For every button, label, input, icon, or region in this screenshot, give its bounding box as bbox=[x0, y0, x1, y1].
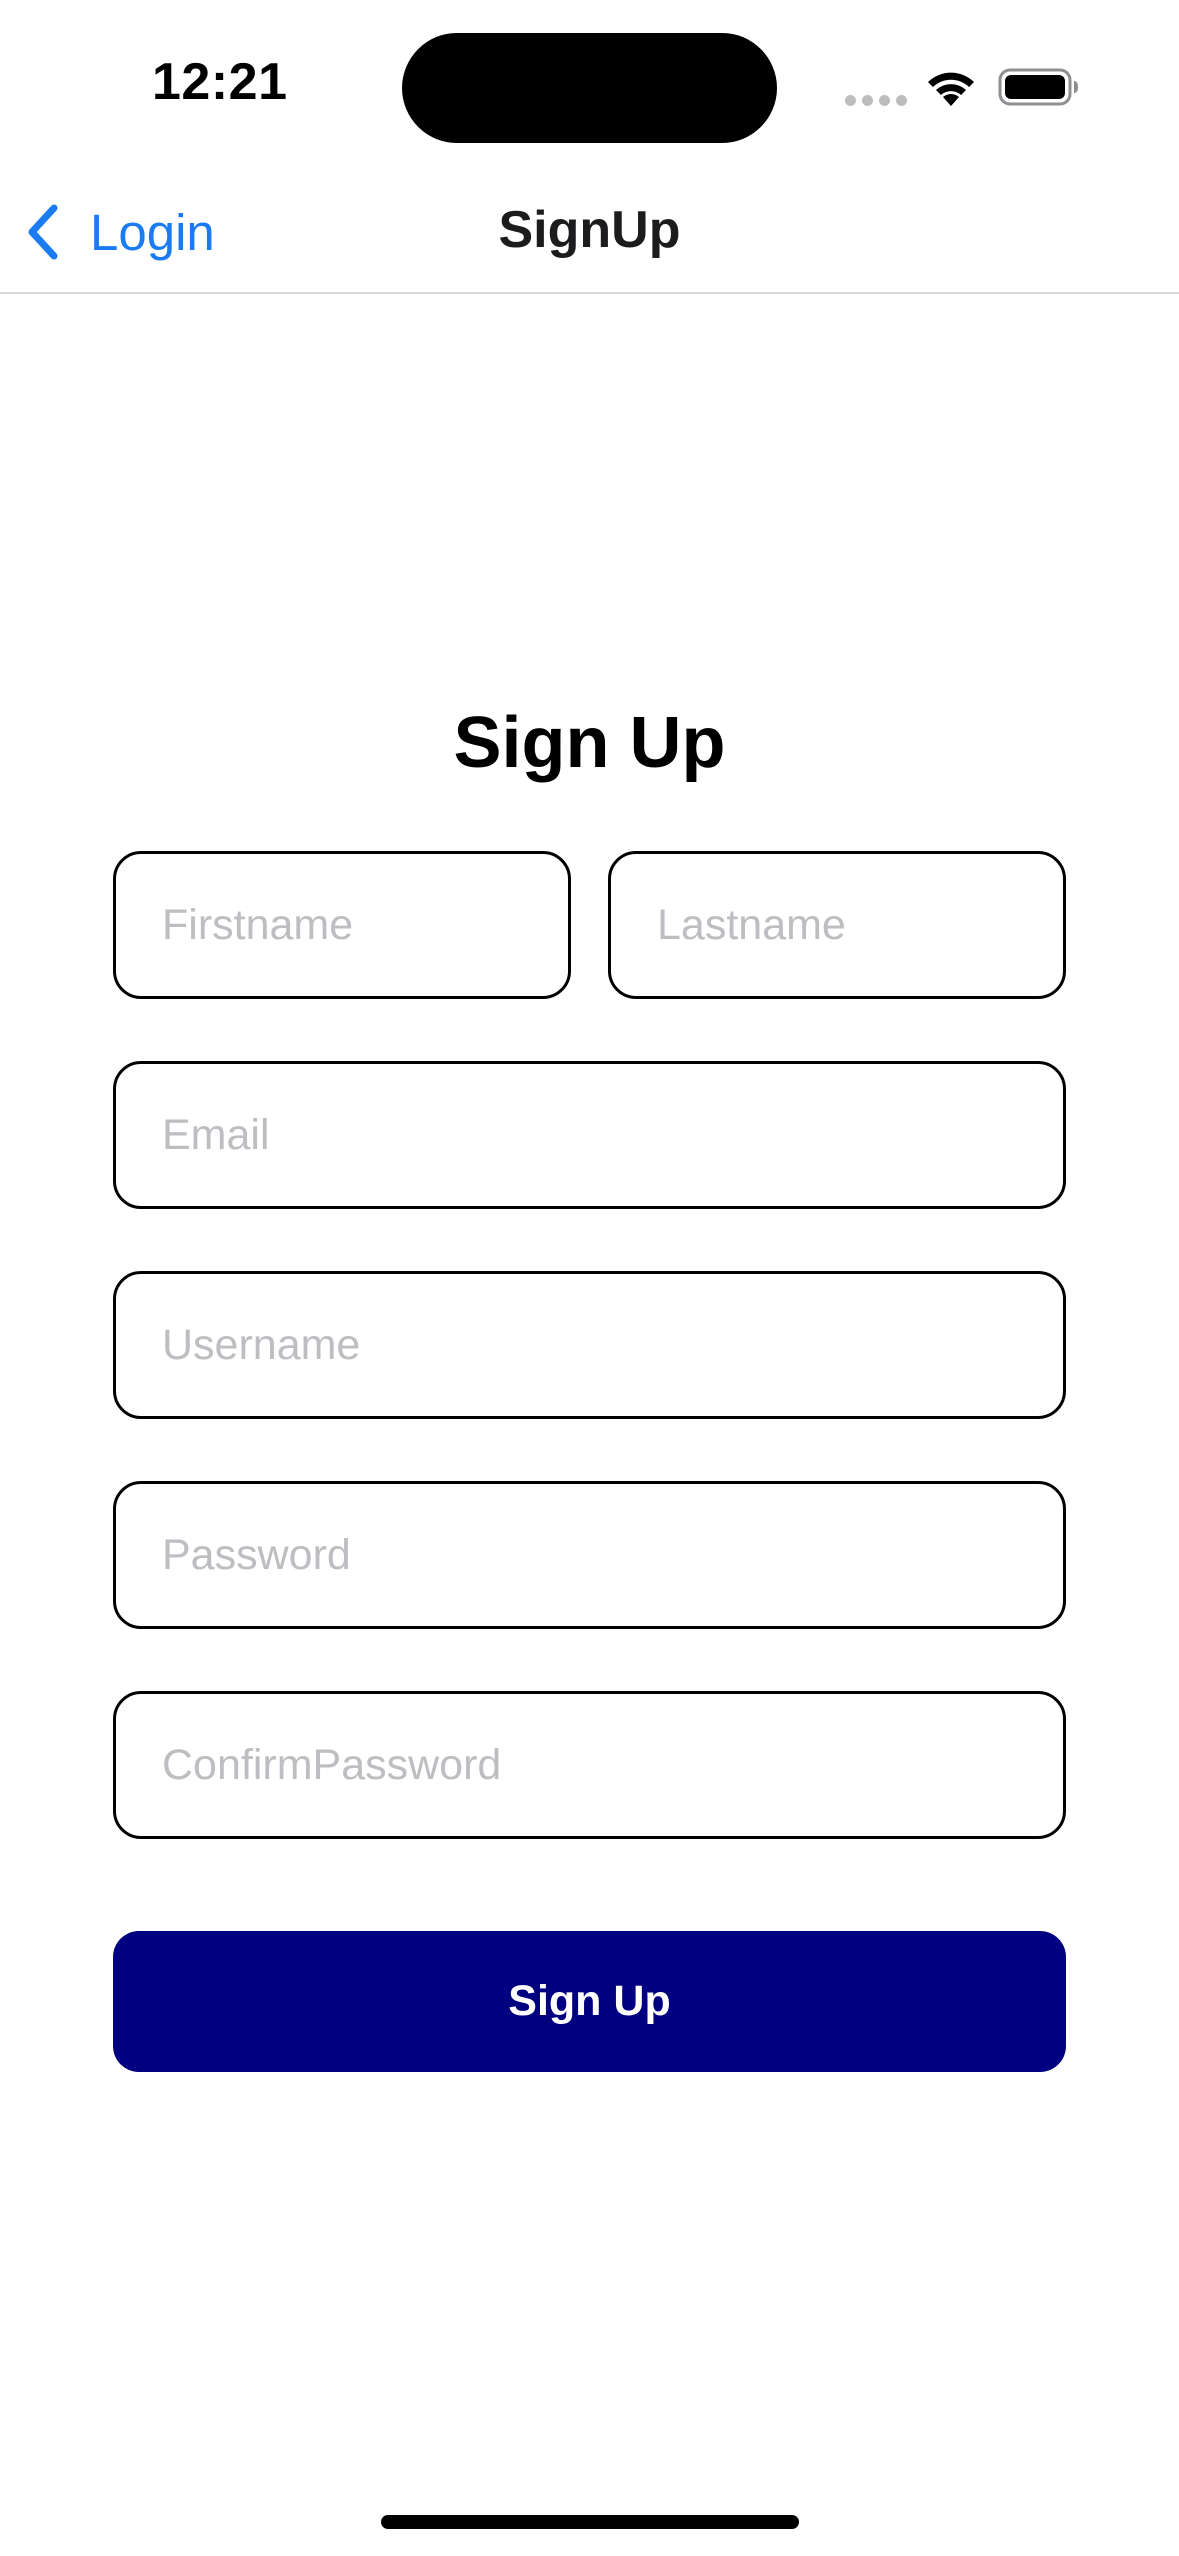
signal-dots-icon bbox=[845, 95, 907, 106]
sign-up-button[interactable]: Sign Up bbox=[113, 1931, 1066, 2072]
email-input[interactable] bbox=[113, 1061, 1066, 1209]
status-bar: 12:21 bbox=[0, 0, 1179, 170]
password-input[interactable] bbox=[113, 1481, 1066, 1629]
wifi-icon bbox=[928, 72, 974, 106]
form-title: Sign Up bbox=[453, 703, 726, 783]
dynamic-island bbox=[402, 33, 777, 143]
confirm-password-input[interactable] bbox=[113, 1691, 1066, 1839]
navigation-bar: Login SignUp bbox=[0, 170, 1179, 294]
nav-title: SignUp bbox=[498, 201, 681, 259]
lastname-input[interactable] bbox=[608, 851, 1066, 999]
battery-icon bbox=[998, 68, 1078, 106]
home-indicator bbox=[381, 2515, 799, 2529]
username-input[interactable] bbox=[113, 1271, 1066, 1419]
firstname-input[interactable] bbox=[113, 851, 571, 999]
status-time: 12:21 bbox=[152, 53, 288, 111]
